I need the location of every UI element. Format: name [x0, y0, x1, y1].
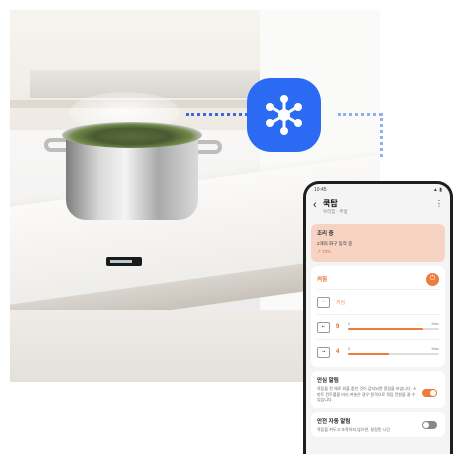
app-header: ‹ 쿡탑 우리집 - 주방 ⋮ [306, 196, 450, 220]
burner-icon: ▫▪ [317, 346, 330, 358]
page-subtitle: 우리집 - 주방 [323, 209, 348, 214]
slider-fill [348, 353, 389, 355]
burner-3-slider[interactable]: 0 Max [348, 346, 439, 358]
divider [317, 289, 439, 290]
burner-icon: ▫ [317, 296, 330, 308]
burner-2-min: 0 [348, 321, 351, 326]
header-titles: 쿡탑 우리집 - 주방 [323, 199, 435, 215]
more-vertical-icon: ⋮ [435, 199, 443, 208]
connection-line-right [338, 113, 382, 116]
back-button[interactable]: ‹ [313, 199, 323, 211]
smartthings-icon [247, 78, 321, 152]
status-time: 10:45 [314, 187, 327, 193]
burner-icon: ▪▫ [317, 321, 330, 333]
burner-3-min: 0 [348, 346, 351, 351]
status-title: 조리 중 [317, 231, 334, 237]
smartthings-logo-icon [266, 95, 302, 135]
burner-2-max: Max [431, 321, 439, 326]
status-icons: ▲ ▮ [432, 187, 442, 193]
connection-line-left [186, 113, 248, 116]
power-button[interactable]: ⏻ [426, 272, 439, 286]
status-bar: 10:45 ▲ ▮ [306, 184, 450, 196]
page-title: 쿡탑 [323, 199, 338, 208]
burner-2-value: 9 [336, 324, 340, 330]
cooktop-display [106, 257, 142, 266]
toggle-knob [430, 390, 436, 396]
power-label: 켜짐 [317, 277, 328, 283]
burner-row-2[interactable]: ▪▫ 9 0 Max [317, 317, 439, 337]
chevron-left-icon: ‹ [313, 199, 317, 211]
cooking-status-card[interactable]: 조리 중 2개의 화구 동작 중 ↗ 73% [311, 224, 445, 262]
phone-screen: 10:45 ▲ ▮ ‹ 쿡탑 우리집 - 주방 ⋮ 조리 중 2개의 화구 동작… [306, 184, 450, 454]
power-row: 켜짐 ⏻ [317, 271, 439, 287]
auto-safety-title: 안전 자동 알림 [317, 418, 351, 425]
status-line: 2개의 화구 동작 중 [317, 241, 353, 246]
toggle-knob [423, 421, 429, 428]
status-progress: ↗ 73% [317, 249, 332, 254]
burner-1-value: 꺼짐 [336, 299, 346, 306]
divider [317, 314, 439, 315]
pot-handle-right [196, 140, 222, 154]
connection-line-down [380, 113, 383, 157]
auto-safety-description: 쿡탑을 켜두고 조작하지 않으면, 설정된 시간 [317, 426, 390, 432]
auto-safety-toggle[interactable] [422, 420, 437, 429]
burner-row-3[interactable]: ▫▪ 4 0 Max [317, 342, 439, 362]
more-button[interactable]: ⋮ [435, 199, 443, 209]
divider [317, 339, 439, 340]
control-card: 켜짐 ⏻ ▫ 꺼짐 ▪▫ 9 0 Max ▫▪ 4 0 Max [311, 266, 445, 367]
auto-safety-card: 안전 자동 알림 쿡탑을 켜두고 조작하지 않으면, 설정된 시간 [311, 411, 445, 437]
safety-alert-description: 쿡탑을 켠 채로 외출 중인 것이 감지되면 알림을 보냅니다. 스마트 컨트롤… [317, 386, 417, 402]
burner-3-max: Max [431, 346, 439, 351]
burner-3-value: 4 [336, 349, 340, 355]
pot-contents [62, 122, 202, 148]
burner-2-slider[interactable]: 0 Max [348, 321, 439, 333]
safety-alert-title: 안심 알림 [317, 378, 339, 384]
power-icon: ⏻ [429, 275, 436, 282]
marketing-stage: 10:45 ▲ ▮ ‹ 쿡탑 우리집 - 주방 ⋮ 조리 중 2개의 화구 동작… [0, 0, 467, 454]
safety-alert-card: 안심 알림 쿡탑을 켠 채로 외출 중인 것이 감지되면 알림을 보냅니다. 스… [311, 371, 445, 408]
safety-alert-toggle[interactable] [422, 389, 437, 397]
burner-row-1[interactable]: ▫ 꺼짐 [317, 292, 439, 312]
slider-fill [348, 328, 423, 330]
phone-mockup: 10:45 ▲ ▮ ‹ 쿡탑 우리집 - 주방 ⋮ 조리 중 2개의 화구 동작… [303, 181, 453, 454]
